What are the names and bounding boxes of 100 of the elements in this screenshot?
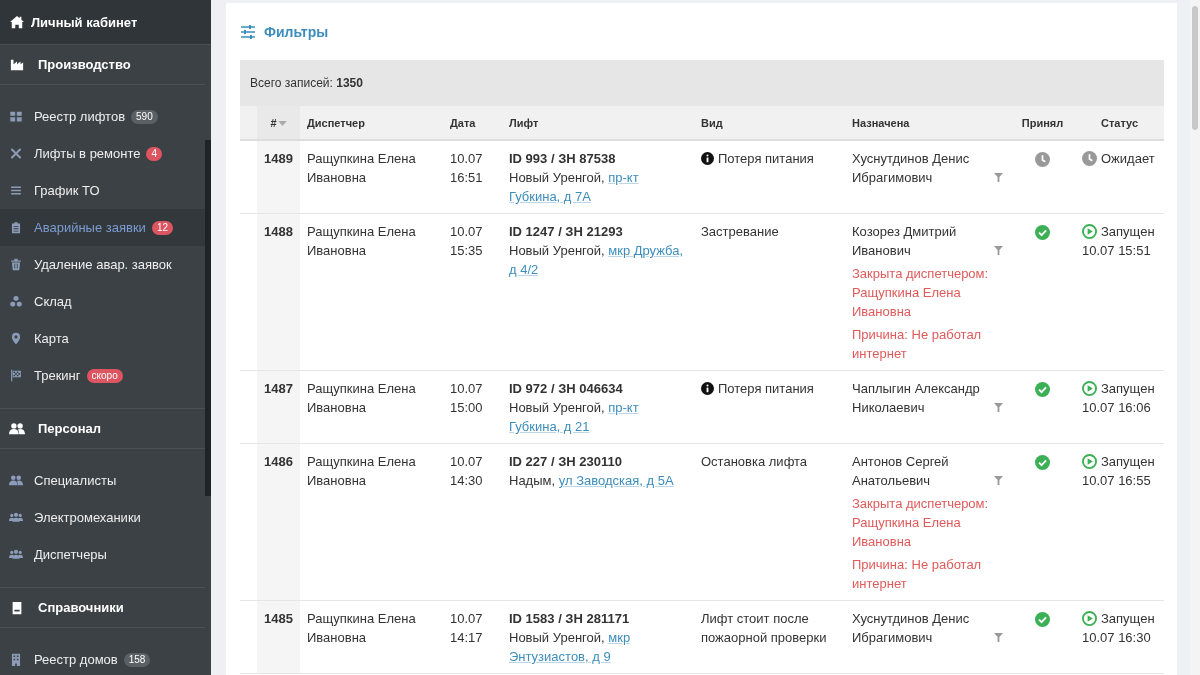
status-time: 10.07 16:30 [1082, 629, 1152, 647]
home-icon [10, 15, 24, 29]
lift-address: Новый Уренгой, пр-кт Губкина, д 21 [509, 399, 640, 436]
dispatcher-name: Ращупкина Елена Ивановна [307, 380, 417, 417]
column-header[interactable]: Лифт [502, 106, 694, 140]
closed-note: Закрыта диспетчером: Ращупкина Елена Ивановна [852, 265, 990, 321]
request-time: 14:30 [450, 472, 484, 490]
lift-address: Новый Уренгой, мкр Энтузиастов, д 9 [509, 629, 632, 666]
column-header[interactable]: Дата [443, 106, 502, 140]
count-badge: 158 [123, 652, 151, 667]
assignee-name: Чаплыгин Александр Николаевич [852, 380, 981, 417]
request-time: 15:35 [450, 242, 484, 260]
assignee-name: Хуснутдинов Денис Ибрагимович [852, 150, 971, 187]
request-number: 1486 [264, 454, 293, 469]
map-pin-icon [9, 332, 23, 345]
section-header[interactable]: Справочники [0, 587, 205, 628]
users-group-icon [9, 548, 23, 561]
count-badge: 12 [151, 220, 173, 235]
request-date: 10.07 [450, 223, 484, 241]
account-link[interactable]: Личный кабинет [0, 0, 211, 45]
sidebar-item[interactable]: Специалисты [0, 462, 205, 499]
lift-address: Новый Уренгой, мкр Дружба, д 4/2 [509, 242, 685, 279]
users-group-icon [9, 511, 23, 524]
reason-note: Причина: Не работал интернет [852, 556, 983, 593]
reason-note: Причина: Не работал интернет [852, 326, 983, 363]
sidebar-item[interactable]: Склад [0, 283, 205, 320]
request-type: Лифт стоит после пожаорной проверки [701, 610, 828, 647]
sidebar-item[interactable]: График ТО [0, 172, 205, 209]
lift-id: ID 1247 / ЗН 21293 [509, 223, 624, 241]
sidebar-item[interactable]: Удаление авар. заявок [0, 246, 205, 283]
users-icon [9, 474, 23, 487]
dispatcher-name: Ращупкина Елена Ивановна [307, 610, 417, 647]
sidebar-item[interactable]: Лифты в ремонте 4 [0, 135, 205, 172]
dispatcher-name: Ращупкина Елена Ивановна [307, 223, 417, 260]
cubes-icon [9, 295, 23, 308]
section-header[interactable]: Персонал [0, 408, 205, 449]
sidebar-item[interactable]: Диспетчеры [0, 536, 205, 573]
records-total: Всего записей: 1350 [240, 60, 1164, 106]
trash-icon [9, 258, 23, 271]
users-icon [9, 421, 25, 436]
count-badge: 4 [146, 146, 163, 161]
request-time: 16:51 [450, 169, 484, 187]
assignee-name: Козорез Дмитрий Иванович [852, 223, 958, 260]
sliders-icon [240, 24, 256, 39]
sidebar-item[interactable]: Карта [0, 320, 205, 357]
sidebar-item[interactable]: Трекинг скоро [0, 357, 205, 394]
request-date: 10.07 [450, 380, 484, 398]
count-badge: скоро [86, 368, 123, 383]
checkered-flag-icon [9, 369, 23, 382]
column-header[interactable]: Диспетчер [300, 106, 443, 140]
section-header[interactable]: Производство [0, 45, 205, 85]
status-time: 10.07 15:51 [1082, 242, 1152, 260]
request-type: Остановка лифта [701, 453, 808, 471]
request-time: 14:17 [450, 629, 484, 647]
sort-icon [277, 121, 287, 127]
sidebar-item[interactable]: Реестр домов 158 [0, 641, 205, 675]
status-time: 10.07 16:06 [1082, 399, 1152, 417]
dispatcher-name: Ращупкина Елена Ивановна [307, 453, 417, 490]
column-header[interactable]: # [257, 106, 300, 140]
lift-id: ID 972 / ЗН 046634 [509, 380, 624, 398]
filter-icon [994, 246, 1003, 255]
status-label: Запущен [1101, 610, 1155, 628]
scrollbar[interactable] [1190, 0, 1200, 675]
lift-id: ID 227 / ЗН 230110 [509, 453, 623, 471]
sidebar-item[interactable]: Аварийные заявки 12 [0, 209, 205, 246]
filter-icon [994, 476, 1003, 485]
sidebar-item[interactable]: Электромеханики [0, 499, 205, 536]
column-header[interactable]: Принял [1010, 106, 1075, 140]
factory-icon [9, 57, 25, 72]
filters-toggle[interactable]: Фильтры [240, 23, 329, 40]
request-type: Потеря питания [718, 380, 814, 398]
request-date: 10.07 [450, 453, 484, 471]
clipboard-icon [9, 221, 23, 234]
assignee-name: Антонов Сергей Анатольевич [852, 453, 950, 490]
request-number: 1487 [264, 381, 293, 396]
request-number: 1489 [264, 151, 293, 166]
sidebar-item[interactable]: Реестр лифтов 590 [0, 98, 205, 135]
building-icon [9, 653, 23, 666]
status-time: 10.07 16:55 [1082, 472, 1152, 490]
list-icon [9, 184, 23, 197]
lift-address: Надым, ул Заводская, д 5А [509, 472, 675, 490]
request-type: Застревание [701, 223, 779, 241]
request-time: 15:00 [450, 399, 484, 417]
status-label: Запущен [1101, 380, 1155, 398]
column-header[interactable]: Статус [1075, 106, 1164, 140]
lift-address: Новый Уренгой, пр-кт Губкина, д 7А [509, 169, 640, 206]
filter-icon [994, 633, 1003, 642]
filter-icon [994, 173, 1003, 182]
request-type: Потеря питания [718, 150, 814, 168]
request-date: 10.07 [450, 150, 484, 168]
lift-id: ID 1583 / ЗН 281171 [509, 610, 631, 628]
status-label: Ожидает [1101, 150, 1155, 168]
filter-icon [994, 403, 1003, 412]
assignee-name: Хуснутдинов Денис Ибрагимович [852, 610, 971, 647]
sidebar-scrollbar[interactable] [205, 140, 211, 496]
request-number: 1485 [264, 611, 293, 626]
column-header[interactable]: Назначена [845, 106, 1010, 140]
column-header[interactable]: Вид [694, 106, 845, 140]
request-number: 1488 [264, 224, 293, 239]
closed-note: Закрыта диспетчером: Ращупкина Елена Ивановна [852, 495, 990, 551]
